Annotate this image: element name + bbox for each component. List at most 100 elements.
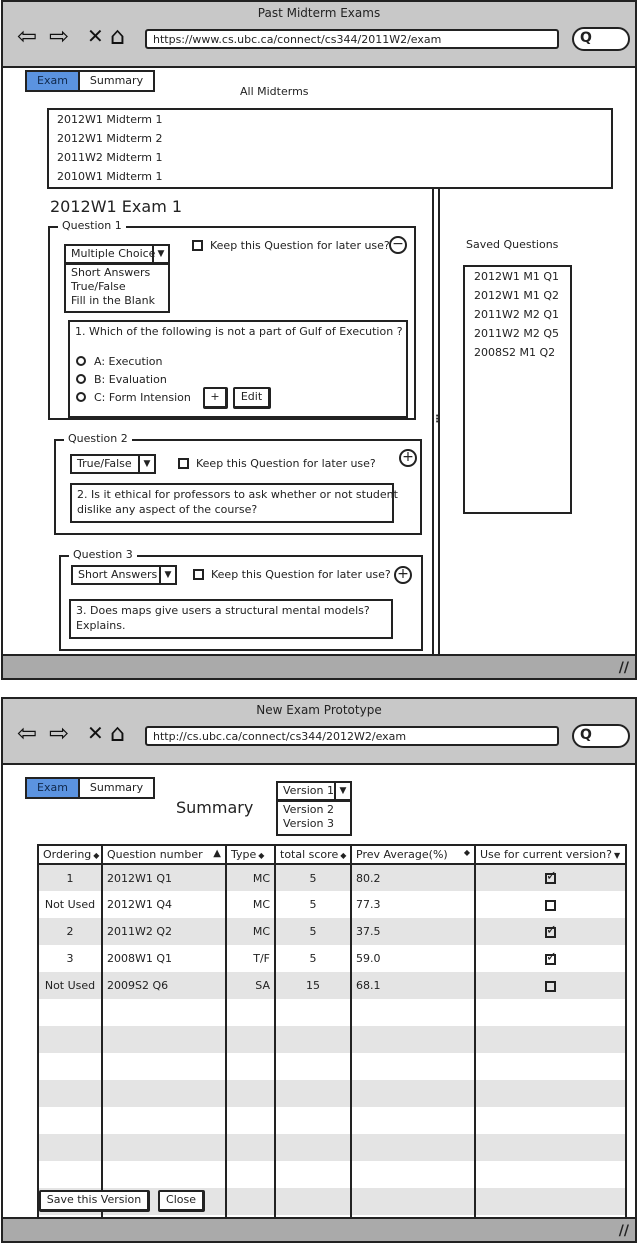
radio-option-b[interactable] [76,374,86,384]
table-row[interactable]: Not Used 2012W1 Q4 MC 5 77.3 [38,891,627,918]
table-row[interactable]: 2 2011W2 Q2 MC 5 37.5 [38,918,627,945]
table-row[interactable]: 3 2008W1 Q1 T/F 5 59.0 [38,945,627,972]
address-bar[interactable]: http://cs.ubc.ca/connect/cs344/2012W2/ex… [145,726,559,746]
plus-circle-icon[interactable]: + [399,449,417,467]
list-item[interactable]: 2012W1 Midterm 1 [57,113,163,126]
list-item[interactable]: 2011W2 M2 Q5 [474,327,559,340]
list-item[interactable]: 2011W2 Midterm 1 [57,151,163,164]
saved-questions-title: Saved Questions [466,238,559,251]
column-header-total-score[interactable]: total score ◆ [275,845,352,865]
column-header-question-number[interactable]: Question number ▲ [102,845,227,865]
cell-use-current [475,945,627,972]
resize-grip-icon[interactable]: // [619,660,629,676]
cell-total-score: 5 [275,945,352,972]
cell-total-score [275,1107,352,1134]
tab-summary[interactable]: Summary [80,779,153,797]
cell-prev-average [351,1107,476,1134]
back-icon[interactable]: ⇦ [17,24,37,48]
search-box[interactable]: Q [572,724,630,748]
column-header-prev-average[interactable]: Prev Average(%) ◆ [351,845,476,865]
list-item[interactable]: 2011W2 M2 Q1 [474,308,559,321]
version-select[interactable]: Version 1 ▼ [276,781,352,801]
cell-type: MC [226,864,276,891]
question-type-select[interactable]: Short Answers ▼ [71,565,177,585]
cell-use-current [475,1080,627,1107]
title-bar: New Exam Prototype ⇦ ⇨ ✕ ⌂ http://cs.ubc… [3,699,635,765]
use-version-checkbox[interactable] [545,980,556,992]
back-icon[interactable]: ⇦ [17,721,37,745]
list-item[interactable]: 2012W1 Midterm 2 [57,132,163,145]
empty-table-row [38,1026,627,1053]
question-type-value: Short Answers [78,568,158,581]
dropdown-option[interactable]: Fill in the Blank [71,294,163,308]
cell-ordering [38,1134,103,1161]
list-item[interactable]: 2010W1 Midterm 1 [57,170,163,183]
address-bar[interactable]: https://www.cs.ubc.ca/connect/cs344/2011… [145,29,559,49]
keep-question-checkbox[interactable] [192,240,203,251]
cell-type [226,1026,276,1053]
column-header-use-current[interactable]: Use for current version? ▼ [475,845,627,865]
radio-option-c[interactable] [76,392,86,402]
use-version-checkbox[interactable] [545,899,556,911]
question-3-content: 3. Does maps give users a structural men… [69,599,393,639]
use-version-checkbox[interactable] [545,923,557,938]
dropdown-option[interactable]: Short Answers [71,266,163,280]
keep-question-checkbox[interactable] [193,569,204,580]
cell-total-score: 5 [275,864,352,891]
question-type-select[interactable]: True/False ▼ [70,454,156,474]
add-choice-button[interactable]: + [203,387,228,409]
radio-option-a[interactable] [76,356,86,366]
home-icon[interactable]: ⌂ [110,721,125,745]
column-header-type[interactable]: Type ◆ [226,845,276,865]
sort-ascending-icon: ▲ [213,848,221,859]
plus-circle-icon[interactable]: + [394,566,412,584]
edit-button[interactable]: Edit [233,387,271,409]
keep-question-checkbox[interactable] [178,458,189,469]
resize-grip-icon[interactable]: // [619,1223,629,1239]
cell-type: MC [226,918,276,945]
cell-ordering [38,1026,103,1053]
table-header-row: Ordering ◆ Question number ▲ Type ◆ total s… [38,845,627,865]
forward-icon[interactable]: ⇨ [49,721,69,745]
version-value: Version 1 [283,784,334,797]
tab-exam[interactable]: Exam [27,72,80,90]
use-version-checkbox[interactable] [545,869,557,884]
cell-total-score [275,1188,352,1215]
cell-prev-average: 80.2 [351,864,476,891]
splitter-handle[interactable]: ⋮ [432,414,442,425]
cell-total-score [275,1161,352,1188]
tab-exam[interactable]: Exam [27,779,80,797]
close-icon[interactable]: ✕ [87,721,104,745]
use-version-checkbox[interactable] [545,950,557,965]
home-icon[interactable]: ⌂ [110,24,125,48]
list-item[interactable]: 2012W1 M1 Q1 [474,270,559,283]
tab-summary[interactable]: Summary [80,72,153,90]
sort-icon: ◆ [258,851,265,860]
dropdown-option[interactable]: True/False [71,280,163,294]
list-item[interactable]: 2008S2 M1 Q2 [474,346,555,359]
keep-question-label: Keep this Question for later use? [210,239,390,252]
chevron-down-icon: ▼ [152,246,168,262]
column-header-ordering[interactable]: Ordering ◆ [38,845,103,865]
table-row[interactable]: 1 2012W1 Q1 MC 5 80.2 [38,864,627,891]
cell-question-number: 2011W2 Q2 [102,918,227,945]
dropdown-option[interactable]: Version 3 [283,817,345,831]
question-type-select[interactable]: Multiple Choice ▼ [64,244,170,264]
question-3-legend: Question 3 [69,548,137,561]
forward-icon[interactable]: ⇨ [49,24,69,48]
search-box[interactable]: Q [572,27,630,51]
close-button[interactable]: Close [158,1190,205,1212]
cell-type [226,999,276,1026]
question-2-legend: Question 2 [64,432,132,445]
save-version-button[interactable]: Save this Version [39,1190,150,1212]
cell-total-score [275,1080,352,1107]
cell-total-score [275,1026,352,1053]
table-row[interactable]: Not Used 2009S2 Q6 SA 15 68.1 [38,972,627,999]
cell-question-number [102,1080,227,1107]
list-item[interactable]: 2012W1 M1 Q2 [474,289,559,302]
minus-circle-icon[interactable]: − [389,236,407,254]
cell-total-score: 5 [275,891,352,918]
empty-table-row [38,999,627,1026]
dropdown-option[interactable]: Version 2 [283,803,345,817]
close-icon[interactable]: ✕ [87,24,104,48]
